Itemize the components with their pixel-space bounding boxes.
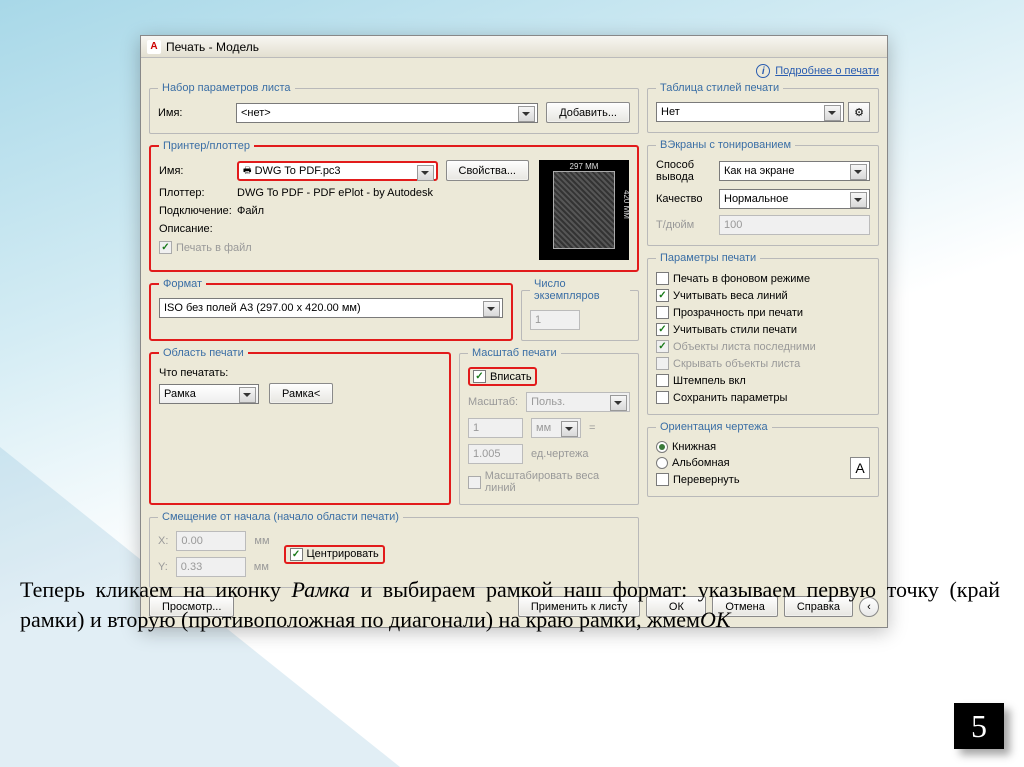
scale-group: Масштаб печати ✓ Вписать Масштаб: Польз.: [459, 347, 639, 505]
offset-y-label: Y:: [158, 561, 168, 573]
orient-portrait-radio[interactable]: [656, 441, 668, 453]
page-setup-legend: Набор параметров листа: [158, 82, 295, 94]
offset-x-label: X:: [158, 535, 168, 547]
printer-group: Принтер/плоттер Имя: 🖶 DWG To PDF.pc3 Св…: [149, 140, 639, 272]
page-setup-group: Набор параметров листа Имя: <нет> Добави…: [149, 82, 639, 134]
copies-legend: Число экземпляров: [530, 278, 630, 302]
scale-legend: Масштаб печати: [468, 347, 561, 359]
opt-last-checkbox: ✓: [656, 340, 669, 353]
opt-save-checkbox[interactable]: [656, 391, 669, 404]
window-button[interactable]: Рамка<: [269, 383, 333, 404]
orient-upside-checkbox[interactable]: [656, 473, 669, 486]
plot-what-label: Что печатать:: [159, 367, 441, 379]
opt-hide-checkbox: [656, 357, 669, 370]
orient-preview-icon: A: [850, 457, 870, 479]
shade-qual-combo[interactable]: Нормальное: [719, 189, 870, 209]
opt-bg-checkbox[interactable]: [656, 272, 669, 285]
copies-input: 1: [530, 310, 580, 330]
plot-what-combo[interactable]: Рамка: [159, 384, 259, 404]
copies-group: Число экземпляров 1: [521, 278, 639, 341]
title-text: Печать - Модель: [166, 40, 259, 54]
to-file-label: Печать в файл: [176, 242, 252, 254]
scale-lw-checkbox: [468, 476, 481, 489]
printer-name-label: Имя:: [159, 165, 229, 177]
print-dialog: A Печать - Модель i Подробнее о печати Н…: [140, 35, 888, 628]
app-icon: A: [147, 40, 161, 54]
shade-group: ВЭкраны с тонированием Способ вывода Как…: [647, 139, 879, 246]
opt-stamp-checkbox[interactable]: [656, 374, 669, 387]
instruction-caption: Теперь кликаем на иконку Рамка и выбирае…: [20, 575, 1000, 634]
paper-preview: 297 MM 420 MM: [539, 160, 629, 260]
scale-label: Масштаб:: [468, 396, 518, 408]
learn-more-link[interactable]: Подробнее о печати: [775, 65, 879, 77]
scale-unit: мм: [531, 418, 581, 438]
opt-lw-checkbox[interactable]: ✓: [656, 289, 669, 302]
fit-label: Вписать: [490, 371, 532, 383]
scale-lw-label: Масштабировать веса линий: [485, 470, 630, 494]
scale-num: 1: [468, 418, 523, 438]
styles-combo[interactable]: Нет: [656, 102, 844, 122]
styles-group: Таблица стилей печати Нет ⚙: [647, 82, 879, 133]
pageset-name-combo[interactable]: <нет>: [236, 103, 538, 123]
paper-combo[interactable]: ISO без полей A3 (297.00 x 420.00 мм): [159, 298, 503, 318]
offset-legend: Смещение от начала (начало области печат…: [158, 511, 403, 523]
conn-value: Файл: [237, 205, 264, 217]
printer-legend: Принтер/плоттер: [159, 140, 254, 152]
center-checkbox[interactable]: ✓: [290, 548, 303, 561]
options-group: Параметры печати Печать в фоновом режиме…: [647, 252, 879, 415]
shade-mode-label: Способ вывода: [656, 159, 711, 183]
page-number: 5: [954, 703, 1004, 749]
scale-den: 1.005: [468, 444, 523, 464]
info-icon: i: [756, 64, 770, 78]
shade-dpi-input: 100: [719, 215, 870, 235]
title-bar[interactable]: A Печать - Модель: [141, 36, 887, 58]
printer-props-button[interactable]: Свойства...: [446, 160, 529, 181]
scale-den-unit: ед.чертежа: [531, 448, 588, 460]
orient-legend: Ориентация чертежа: [656, 421, 772, 433]
plot-area-legend: Область печати: [159, 347, 248, 359]
plotter-value: DWG To PDF - PDF ePlot - by Autodesk: [237, 187, 433, 199]
orient-landscape-radio[interactable]: [656, 457, 668, 469]
center-label: Центрировать: [307, 548, 379, 560]
pageset-name-label: Имя:: [158, 107, 228, 119]
opt-styles-checkbox[interactable]: ✓: [656, 323, 669, 336]
shade-dpi-label: Т/дюйм: [656, 219, 711, 231]
fit-checkbox[interactable]: ✓: [473, 370, 486, 383]
options-legend: Параметры печати: [656, 252, 760, 264]
offset-y-input: 0.33: [176, 557, 246, 577]
paper-legend: Формат: [159, 278, 206, 290]
orient-group: Ориентация чертежа Книжная Альбомная Пер…: [647, 421, 879, 497]
opt-trans-checkbox[interactable]: [656, 306, 669, 319]
plotter-label: Плоттер:: [159, 187, 229, 199]
styles-edit-button[interactable]: ⚙: [848, 102, 870, 122]
conn-label: Подключение:: [159, 205, 229, 217]
printer-name-combo[interactable]: 🖶 DWG To PDF.pc3: [237, 161, 438, 181]
pageset-add-button[interactable]: Добавить...: [546, 102, 630, 123]
to-file-checkbox: ✓: [159, 241, 172, 254]
plot-area-group: Область печати Что печатать: Рамка Рамка…: [149, 347, 451, 505]
paper-group: Формат ISO без полей A3 (297.00 x 420.00…: [149, 278, 513, 341]
offset-x-input: 0.00: [176, 531, 246, 551]
shade-qual-label: Качество: [656, 193, 711, 205]
shade-mode-combo[interactable]: Как на экране: [719, 161, 870, 181]
styles-legend: Таблица стилей печати: [656, 82, 783, 94]
scale-combo: Польз.: [526, 392, 630, 412]
shade-legend: ВЭкраны с тонированием: [656, 139, 795, 151]
desc-label: Описание:: [159, 223, 229, 235]
